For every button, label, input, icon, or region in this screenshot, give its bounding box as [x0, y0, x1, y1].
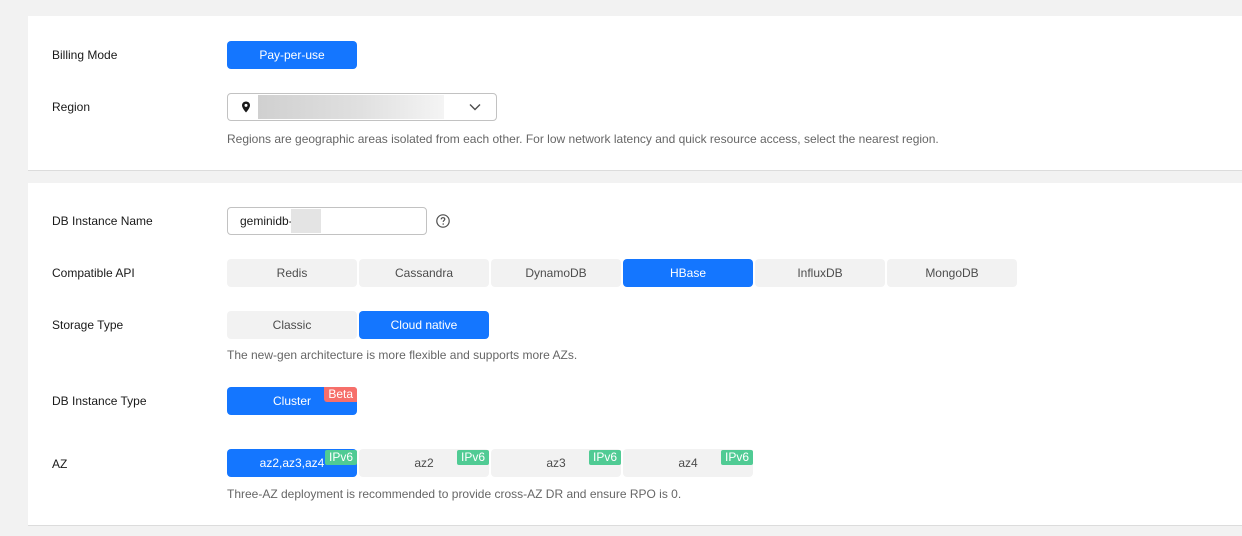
compatible-api-label: Compatible API: [52, 266, 135, 280]
storage-option-classic[interactable]: Classic: [227, 311, 357, 339]
region-hint: Regions are geographic areas isolated fr…: [227, 132, 939, 146]
pay-per-use-button[interactable]: Pay-per-use: [227, 41, 357, 69]
chevron-down-icon: [469, 104, 481, 111]
az-option-label: az4: [678, 456, 698, 470]
az-label: AZ: [52, 457, 68, 471]
cluster-label: Cluster: [272, 394, 311, 408]
question-circle-icon[interactable]: [436, 214, 450, 228]
az-hint: Three-AZ deployment is recommended to pr…: [227, 487, 682, 501]
instance-name-label: DB Instance Name: [52, 214, 153, 228]
storage-type-label: Storage Type: [52, 318, 124, 332]
instance-config-panel: DB Instance Name geminidb- Compatible AP…: [28, 183, 1242, 526]
location-pin-icon: [242, 101, 250, 113]
az-option-az2-az3-az4[interactable]: az2,az3,az4 IPv6: [227, 449, 357, 477]
api-option-mongodb[interactable]: MongoDB: [887, 259, 1017, 287]
ipv6-badge: IPv6: [720, 450, 753, 465]
api-option-influxdb[interactable]: InfluxDB: [755, 259, 885, 287]
ipv6-badge: IPv6: [324, 450, 357, 465]
ipv6-badge: IPv6: [456, 450, 489, 465]
az-option-label: az2,az3,az4: [259, 456, 325, 470]
az-option-az4[interactable]: az4 IPv6: [623, 449, 753, 477]
billing-mode-label: Billing Mode: [52, 48, 118, 62]
api-option-redis[interactable]: Redis: [227, 259, 357, 287]
az-option-label: az2: [414, 456, 434, 470]
instance-type-cluster-button[interactable]: Cluster Beta: [227, 387, 357, 415]
beta-badge: Beta: [324, 387, 357, 402]
api-option-hbase[interactable]: HBase: [623, 259, 753, 287]
storage-type-hint: The new-gen architecture is more flexibl…: [227, 348, 578, 362]
az-option-az2[interactable]: az2 IPv6: [359, 449, 489, 477]
storage-option-cloud-native[interactable]: Cloud native: [359, 311, 489, 339]
az-option-label: az3: [546, 456, 566, 470]
az-option-az3[interactable]: az3 IPv6: [491, 449, 621, 477]
api-option-cassandra[interactable]: Cassandra: [359, 259, 489, 287]
ipv6-badge: IPv6: [588, 450, 621, 465]
region-value-redacted: [258, 95, 444, 119]
instance-name-input[interactable]: geminidb-: [227, 207, 427, 235]
api-option-dynamodb[interactable]: DynamoDB: [491, 259, 621, 287]
instance-name-value: geminidb-: [240, 214, 293, 228]
region-label: Region: [52, 100, 91, 114]
billing-region-panel: Billing Mode Pay-per-use Region Regions …: [28, 16, 1242, 171]
region-select[interactable]: [227, 93, 497, 121]
instance-name-redacted: [291, 209, 321, 233]
instance-type-label: DB Instance Type: [52, 394, 147, 408]
